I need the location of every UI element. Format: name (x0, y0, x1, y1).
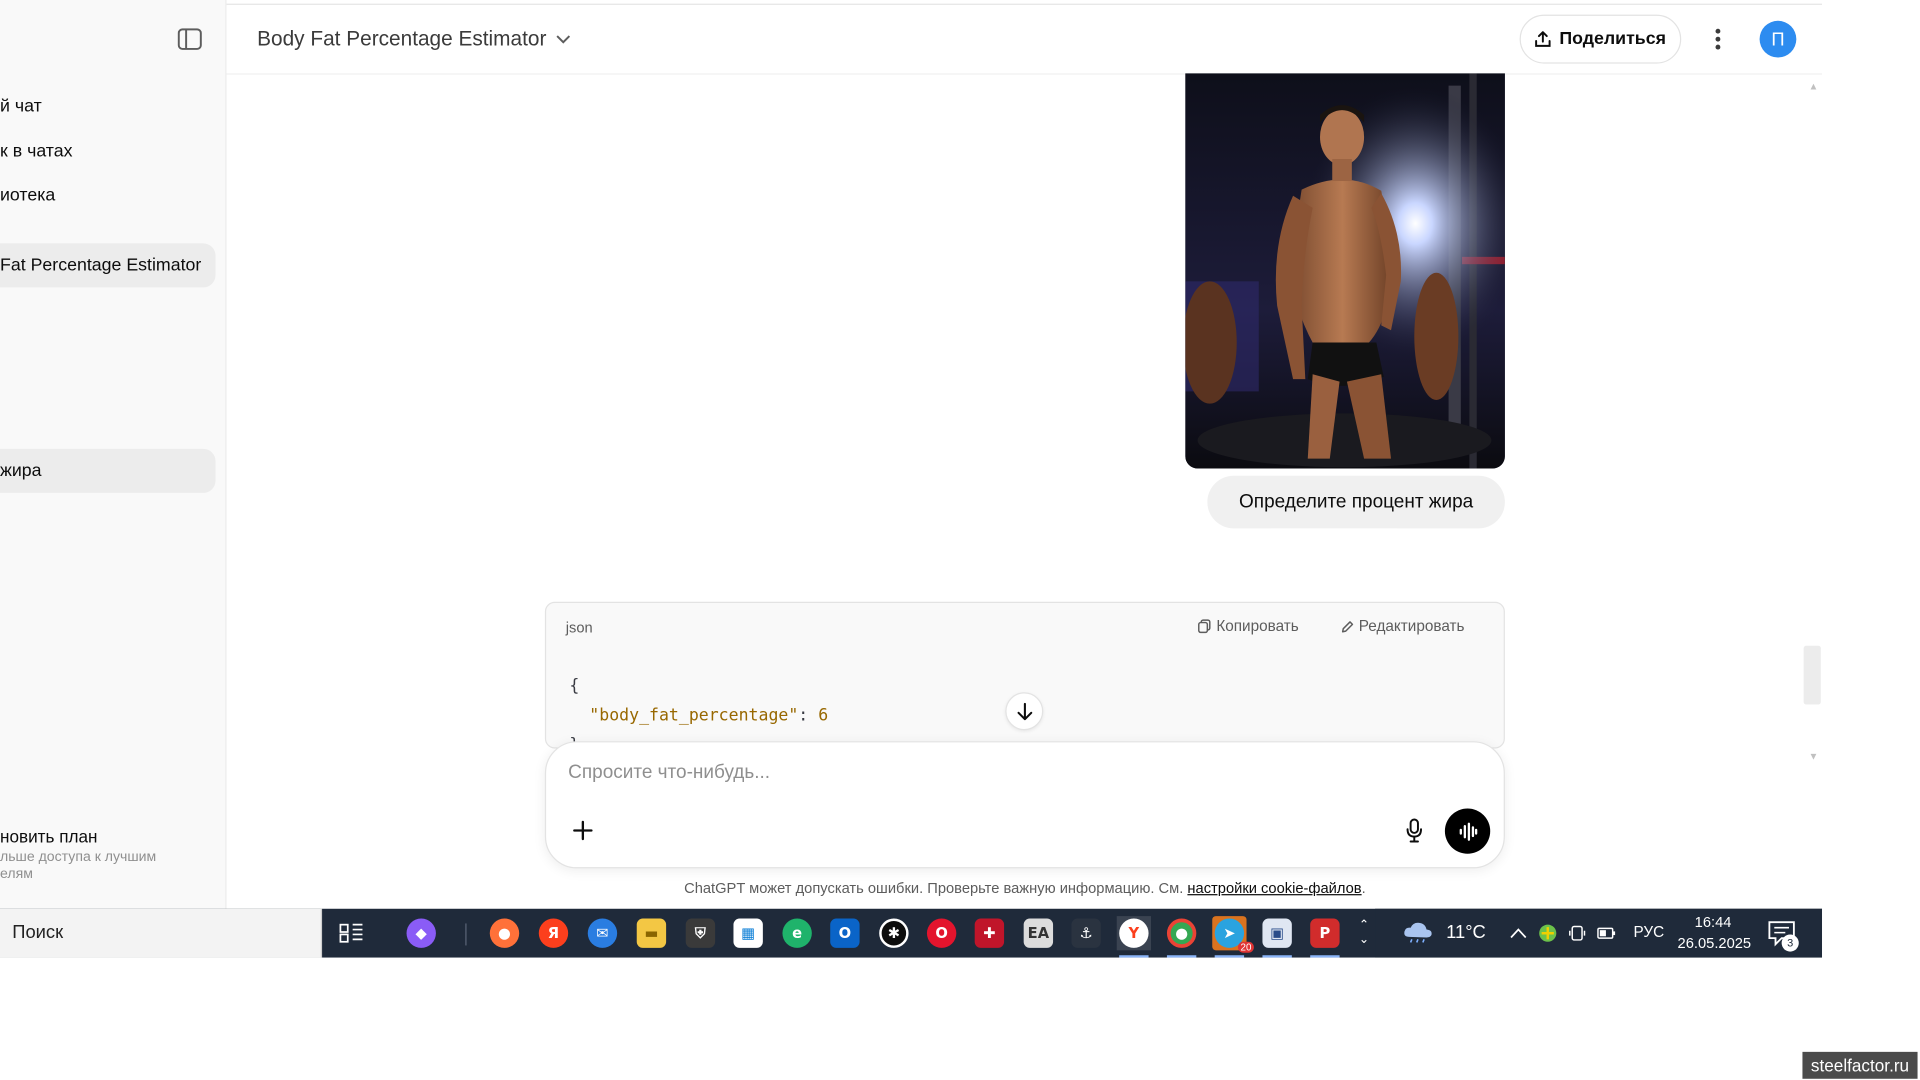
weather-widget[interactable]: 11°C (1402, 921, 1486, 943)
code-content: { "body_fat_percentage": 6} (569, 671, 828, 747)
telegram-icon[interactable]: ➤ 20 (1212, 916, 1254, 958)
user-avatar[interactable]: П (1759, 20, 1797, 58)
disclaimer: ChatGPT может допускать ошибки. Проверьт… (545, 879, 1505, 896)
cloud-rain-icon (1404, 922, 1432, 943)
alice-assistant-icon[interactable]: ◆ (404, 916, 438, 950)
thunderbird-icon[interactable]: ✉ (585, 916, 619, 950)
edge-icon[interactable]: e (780, 916, 814, 950)
waveform-icon (1459, 821, 1477, 841)
device-icon[interactable] (1569, 925, 1586, 942)
world-of-tanks-icon[interactable]: ⛨ (683, 916, 717, 950)
clock-time: 16:44 (1694, 913, 1732, 931)
copy-label: Копировать (1216, 617, 1299, 635)
more-options-icon[interactable] (1701, 21, 1735, 58)
disclaimer-text: ChatGPT может допускать ошибки. Проверьт… (684, 879, 1188, 897)
tray-icons (1510, 923, 1617, 943)
sidebar: й чат к в чатах иотека Fat Percentage Es… (0, 0, 227, 909)
microsoft-store-icon[interactable]: ▦ (731, 916, 765, 950)
chatgpt-app-icon[interactable]: ✱ (877, 916, 911, 950)
input-language[interactable]: РУС (1633, 923, 1664, 940)
page-scrollbar[interactable]: ▲ ▼ (1802, 76, 1822, 768)
scroll-down-arrow-icon[interactable]: ▼ (1809, 751, 1819, 762)
microphone-icon[interactable] (1400, 815, 1429, 847)
edit-label: Редактировать (1358, 617, 1465, 635)
sidebar-item-chat-fat[interactable]: жира (0, 448, 216, 493)
security-shield-icon[interactable] (1538, 923, 1558, 943)
screen: й чат к в чатах иотека Fat Percentage Es… (0, 0, 1920, 1080)
upgrade-plan-subtitle-line1: льше доступа к лучшим (0, 850, 157, 865)
opera-icon[interactable]: O (924, 916, 958, 950)
upgrade-plan-subtitle-line2: елям (0, 867, 33, 882)
firefox-icon[interactable]: ● (487, 916, 521, 950)
world-of-warships-icon[interactable]: ⚓ (1069, 916, 1103, 950)
code-actions: Копировать Редактировать (1198, 618, 1464, 635)
taskbar-separator (465, 923, 467, 946)
user-message-bubble: Определите процент жира (1207, 475, 1505, 529)
disclaimer-end: . (1361, 879, 1366, 897)
app-p-icon[interactable]: P (1308, 916, 1342, 958)
battery-icon[interactable] (1597, 926, 1617, 941)
share-button[interactable]: Поделиться (1519, 14, 1682, 64)
copy-icon (1198, 619, 1211, 634)
taskbar-search[interactable]: Поиск (0, 908, 323, 958)
screenshot-stage: й чат к в чатах иотека Fat Percentage Es… (0, 0, 1920, 1080)
arrow-down-icon (1016, 702, 1032, 720)
yandex-browser-icon[interactable]: Я (536, 916, 570, 950)
code-language-label: json (565, 618, 593, 637)
windows-taskbar: Поиск ◆ ● Я ✉ ▬ ⛨ ▦ e O ✱ O ✚ EA ⚓ Y ● ➤… (0, 908, 1823, 958)
chevron-down-icon[interactable]: ⌄ (1359, 933, 1369, 948)
code-value: 6 (818, 705, 829, 726)
cookie-settings-link[interactable]: настройки cookie-файлов (1187, 879, 1361, 896)
code-key: "body_fat_percentage" (589, 705, 799, 726)
chrome-icon[interactable]: ● (1164, 916, 1198, 958)
share-label: Поделиться (1559, 29, 1666, 49)
share-icon (1535, 31, 1552, 47)
attach-plus-icon[interactable] (567, 815, 599, 847)
gpt-title-dropdown[interactable]: Body Fat Percentage Estimator (257, 27, 571, 51)
upgrade-plan[interactable]: новить план льше доступа к лучшим елям (0, 827, 220, 883)
taskbar-overflow-chevrons[interactable]: ⌃ ⌄ (1353, 909, 1375, 958)
taskbar-search-label: Поиск (12, 922, 64, 944)
edit-code-button[interactable]: Редактировать (1340, 618, 1464, 635)
sidebar-toggle-icon[interactable] (173, 22, 207, 56)
chat-header: Body Fat Percentage Estimator Поделиться… (226, 6, 1823, 75)
file-explorer-icon[interactable]: ▬ (634, 916, 668, 950)
clock-date: 26.05.2025 (1677, 934, 1752, 952)
gift-app-icon[interactable]: ✚ (972, 916, 1006, 950)
upgrade-plan-title: новить план (0, 826, 98, 847)
code-line-open: { (569, 676, 580, 696)
weather-temp: 11°C (1446, 921, 1486, 943)
sidebar-item-search-chats[interactable]: к в чатах (0, 130, 216, 174)
pencil-icon (1341, 620, 1353, 632)
notifications-count-badge: 3 (1781, 934, 1799, 952)
scroll-to-bottom-button[interactable] (1005, 692, 1044, 731)
gpt-title: Body Fat Percentage Estimator (257, 26, 547, 51)
task-view-icon[interactable] (334, 916, 368, 950)
sidebar-item-gpt-body-fat-estimator[interactable]: Fat Percentage Estimator (0, 243, 216, 288)
yandex-browser-active-icon[interactable]: Y (1116, 916, 1152, 958)
save-disk-icon[interactable]: ▣ (1260, 916, 1294, 958)
chevron-up-icon[interactable]: ⌃ (1359, 919, 1369, 934)
telegram-badge: 20 (1238, 941, 1254, 953)
copy-code-button[interactable]: Копировать (1198, 618, 1299, 635)
voice-mode-button[interactable] (1444, 808, 1491, 854)
message-composer (544, 741, 1505, 869)
code-colon: : (798, 705, 819, 726)
sidebar-item-new-chat[interactable]: й чат (0, 84, 216, 128)
scroll-up-arrow-icon[interactable]: ▲ (1809, 81, 1819, 92)
chevron-down-icon (556, 35, 571, 44)
chatgpt-window: й чат к в чатах иотека Fat Percentage Es… (0, 0, 1823, 958)
show-hidden-icons-chevron-icon[interactable] (1510, 927, 1527, 939)
window-top-border (0, 0, 1823, 5)
ea-app-icon[interactable]: EA (1021, 916, 1055, 950)
scrollbar-thumb[interactable] (1803, 645, 1821, 705)
watermark: steelfactor.ru (1802, 1051, 1918, 1079)
uploaded-photo-bodybuilder[interactable] (1185, 73, 1505, 469)
clock[interactable]: 16:44 26.05.2025 (1677, 912, 1752, 954)
outlook-icon[interactable]: O (828, 916, 862, 950)
system-tray: 11°C РУС 16:44 26.05.2025 3 (1375, 908, 1823, 958)
sidebar-item-library[interactable]: иотека (0, 174, 216, 218)
prompt-input[interactable] (568, 761, 1377, 785)
code-line-key: "body_fat_percentage": 6 (569, 701, 828, 730)
